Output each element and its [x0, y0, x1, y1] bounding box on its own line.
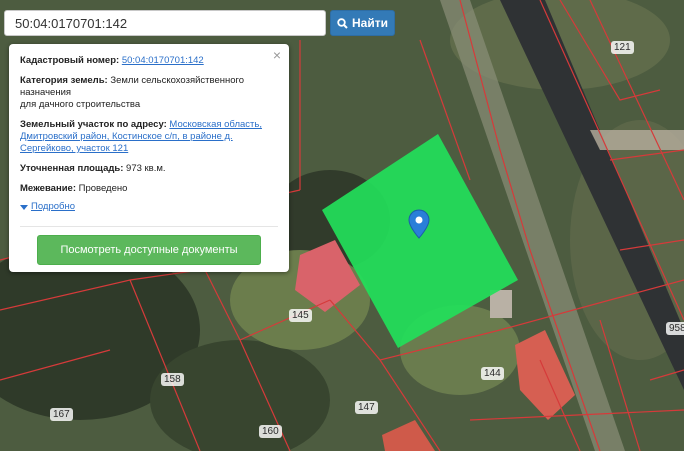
cadastral-number-label: Кадастровый номер:	[20, 55, 120, 66]
search-icon	[337, 17, 348, 29]
cadastral-number-link[interactable]: 50:04:0170701:142	[122, 55, 204, 66]
plot-number-label: 147	[355, 401, 378, 414]
driveway	[590, 130, 684, 150]
area-row: Уточненная площадь: 973 кв.м.	[20, 163, 278, 175]
triangle-down-icon	[20, 204, 28, 210]
search-button-label: Найти	[352, 16, 388, 30]
survey-value: Проведено	[78, 183, 128, 194]
house-roof	[490, 290, 512, 318]
plot-number-label: 160	[259, 425, 282, 438]
plot-number-label: 144	[481, 367, 504, 380]
close-icon[interactable]: ×	[273, 48, 281, 62]
plot-number-label: 121	[611, 41, 634, 54]
parcel-info-popup: × Кадастровый номер: 50:04:0170701:142 К…	[9, 44, 289, 272]
area-value: 973 кв.м.	[126, 163, 166, 174]
search-button[interactable]: Найти	[330, 10, 395, 36]
view-documents-button[interactable]: Посмотреть доступные документы	[37, 235, 261, 265]
details-toggle[interactable]: Подробно	[20, 201, 278, 213]
area-label: Уточненная площадь:	[20, 163, 124, 174]
details-link[interactable]: Подробно	[31, 201, 75, 213]
land-category-label: Категория земель:	[20, 75, 108, 86]
plot-number-label: 158	[161, 373, 184, 386]
land-category-row: Категория земель: Земли сельскохозяйстве…	[20, 75, 278, 111]
plot-number-label: 958	[666, 322, 684, 335]
land-category-value-2: для дачного строительства	[20, 99, 141, 110]
plot-number-label: 145	[289, 309, 312, 322]
popup-divider	[20, 226, 278, 227]
address-row: Земельный участок по адресу: Московская …	[20, 119, 278, 155]
cadastral-number-row: Кадастровый номер: 50:04:0170701:142	[20, 55, 278, 67]
survey-row: Межевание: Проведено	[20, 183, 278, 195]
survey-label: Межевание:	[20, 183, 76, 194]
plot-number-label: 167	[50, 408, 73, 421]
address-label: Земельный участок по адресу:	[20, 119, 167, 130]
cadastral-search-input[interactable]	[4, 10, 326, 36]
view-documents-label: Посмотреть доступные документы	[60, 244, 238, 256]
